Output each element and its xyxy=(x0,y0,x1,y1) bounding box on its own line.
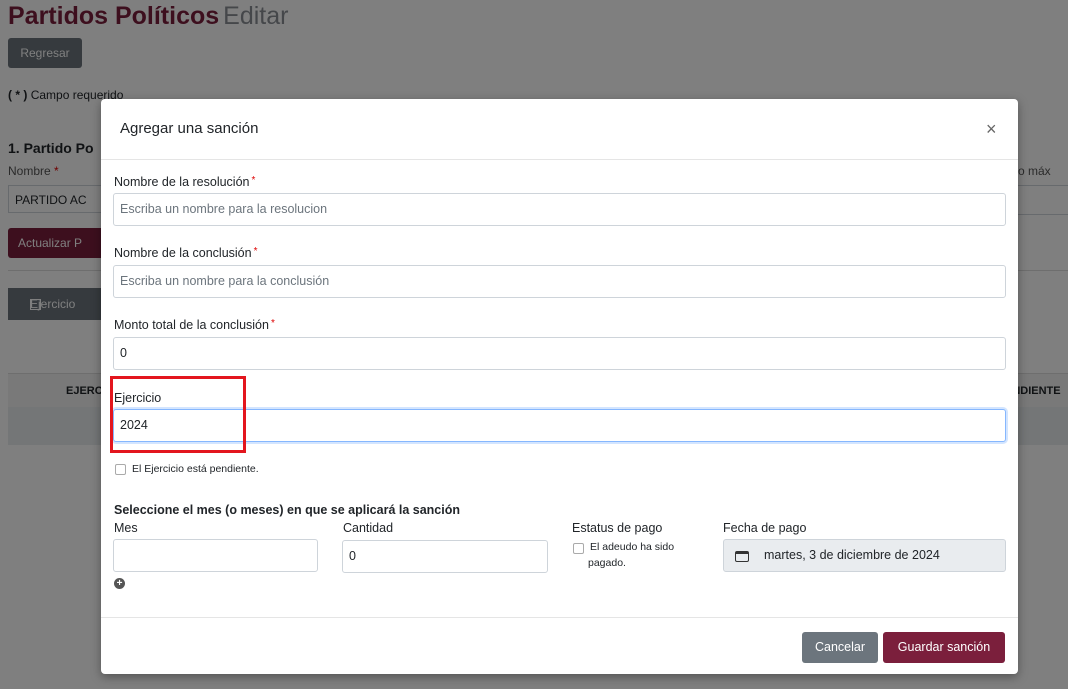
mes-input[interactable] xyxy=(113,539,318,572)
fecha-input[interactable]: martes, 3 de diciembre de 2024 xyxy=(723,539,1006,572)
monto-label: Monto total de la conclusión * xyxy=(114,318,275,332)
adeudo-pagado-label-1: El adeudo ha sido xyxy=(590,541,675,553)
conclusion-input[interactable]: Escriba un nombre para la conclusión xyxy=(113,265,1006,298)
mes-label: Mes xyxy=(114,521,138,535)
ejercicio-pendiente-checkbox[interactable] xyxy=(115,464,126,475)
conclusion-label: Nombre de la conclusión * xyxy=(114,246,257,260)
monto-input[interactable]: 0 xyxy=(113,337,1006,370)
calendar-icon xyxy=(735,551,749,562)
sancion-modal: Agregar una sanción × Nombre de la resol… xyxy=(101,99,1018,674)
modal-title: Agregar una sanción xyxy=(120,120,259,137)
cantidad-label: Cantidad xyxy=(343,521,394,535)
resolucion-label: Nombre de la resolución * xyxy=(114,175,255,189)
required-star: * xyxy=(270,318,275,329)
add-month-icon[interactable]: + xyxy=(114,578,125,589)
modal-footer xyxy=(101,617,1018,675)
cancel-button[interactable]: Cancelar xyxy=(802,632,878,663)
adeudo-pagado-label-2: pagado. xyxy=(588,557,626,569)
cantidad-input[interactable]: 0 xyxy=(342,540,548,573)
required-star: * xyxy=(253,246,258,257)
mes-section-title: Seleccione el mes (o meses) en que se ap… xyxy=(114,503,460,517)
required-star: * xyxy=(251,175,256,186)
modal-header: Agregar una sanción × xyxy=(101,99,1018,160)
highlight-box xyxy=(110,376,246,453)
conclusion-label-text: Nombre de la conclusión xyxy=(114,246,252,260)
save-sancion-button[interactable]: Guardar sanción xyxy=(883,632,1005,663)
fecha-label: Fecha de pago xyxy=(723,521,807,535)
estatus-label: Estatus de pago xyxy=(572,521,663,535)
resolucion-input[interactable]: Escriba un nombre para la resolucion xyxy=(113,193,1006,226)
adeudo-pagado-checkbox[interactable] xyxy=(573,543,584,554)
monto-label-text: Monto total de la conclusión xyxy=(114,318,269,332)
close-icon[interactable]: × xyxy=(986,119,997,140)
ejercicio-pendiente-label: El Ejercicio está pendiente. xyxy=(132,463,259,475)
resolucion-label-text: Nombre de la resolución xyxy=(114,175,250,189)
ejercicio-input[interactable]: 2024 xyxy=(113,409,1006,442)
